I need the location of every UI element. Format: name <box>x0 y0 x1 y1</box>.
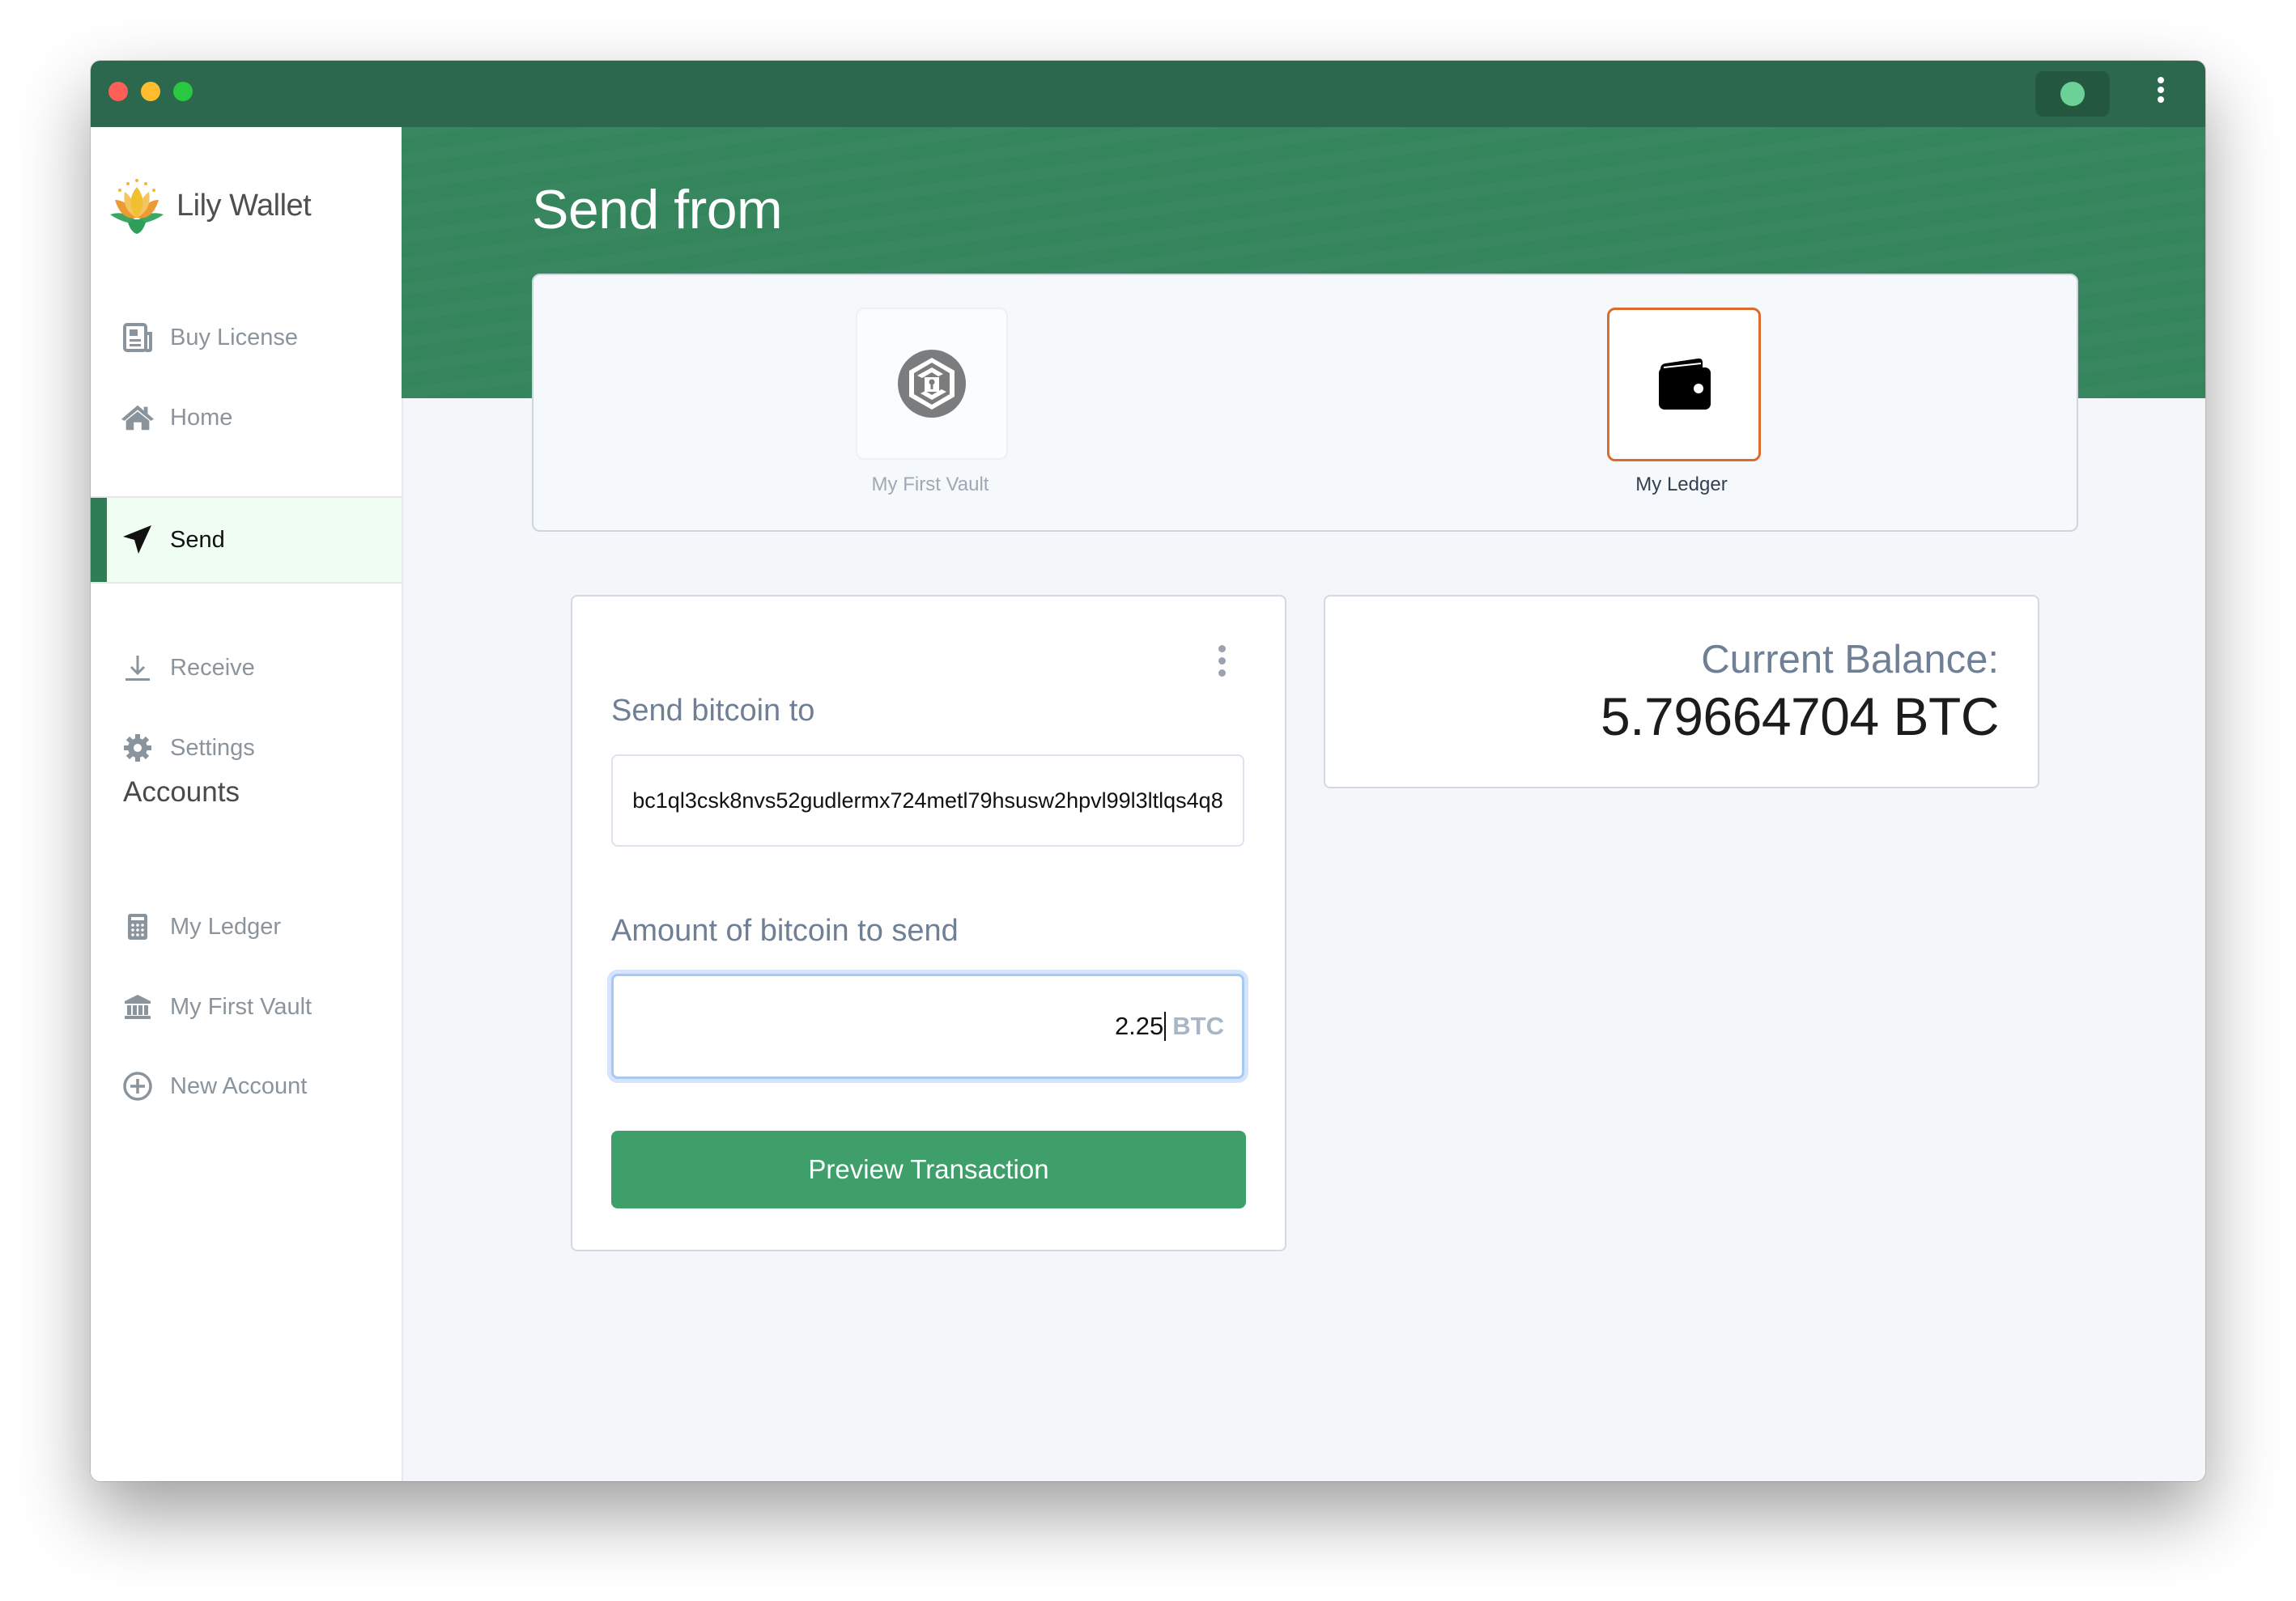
download-icon <box>120 650 155 686</box>
amount-value: 2.25 <box>1115 1012 1167 1041</box>
sidebar: Lily Wallet Buy License Home Send Receiv… <box>91 127 403 1481</box>
send-from-selector: My First Vault My Ledger <box>532 274 2078 532</box>
app-window: Lily Wallet Buy License Home Send Receiv… <box>91 61 2205 1481</box>
maximize-window-button[interactable] <box>173 82 193 101</box>
recipient-address-input[interactable]: bc1ql3csk8nvs52gudlermx724metl79hsusw2hp… <box>611 754 1244 847</box>
send-from-option-my-ledger[interactable] <box>1607 308 1761 461</box>
plus-circle-icon <box>120 1068 155 1104</box>
accounts-heading: Accounts <box>123 776 240 808</box>
amount-unit: BTC <box>1172 1012 1224 1040</box>
send-from-label: My Ledger <box>1635 474 1728 495</box>
wallet-icon <box>1659 358 1711 410</box>
balance-value: 5.79664704 BTC <box>1600 686 2000 746</box>
vault-lock-icon <box>898 350 966 418</box>
sidebar-item-label: Home <box>170 404 233 431</box>
sidebar-item-buy-license[interactable]: Buy License <box>91 295 402 380</box>
sidebar-item-label: Settings <box>170 734 255 761</box>
connection-status-button[interactable] <box>2035 71 2110 117</box>
send-from-option-my-first-vault[interactable] <box>856 308 1008 460</box>
sidebar-item-label: Buy License <box>170 324 298 350</box>
app-menu-button[interactable] <box>2155 74 2166 113</box>
balance-card: Current Balance: 5.79664704 BTC <box>1324 595 2039 788</box>
address-label: Send bitcoin to <box>611 694 815 728</box>
status-dot-icon <box>2060 82 2085 106</box>
sidebar-item-home[interactable]: Home <box>91 376 402 460</box>
sidebar-item-label: Receive <box>170 654 255 681</box>
preview-transaction-button[interactable]: Preview Transaction <box>611 1131 1246 1208</box>
sidebar-account-new-account[interactable]: New Account <box>91 1044 402 1128</box>
sidebar-account-my-ledger[interactable]: My Ledger <box>91 885 402 969</box>
app-name: Lily Wallet <box>176 188 312 223</box>
more-vertical-icon <box>2158 77 2164 83</box>
balance-label: Current Balance: <box>1701 638 1999 682</box>
send-icon <box>120 522 155 558</box>
amount-input[interactable]: 2.25 BTC <box>611 974 1244 1079</box>
close-window-button[interactable] <box>108 82 128 101</box>
send-from-label: My First Vault <box>871 474 989 495</box>
bank-icon <box>120 989 155 1025</box>
gear-icon <box>120 730 155 766</box>
sidebar-item-label: New Account <box>170 1072 308 1099</box>
more-vertical-icon <box>1218 645 1226 652</box>
page-title: Send from <box>532 179 783 240</box>
title-bar <box>91 61 2205 127</box>
sidebar-account-my-first-vault[interactable]: My First Vault <box>91 965 402 1049</box>
send-form: Send bitcoin to bc1ql3csk8nvs52gudlermx7… <box>571 595 1286 1251</box>
sidebar-item-send[interactable]: Send <box>91 496 402 584</box>
calculator-icon <box>120 909 155 945</box>
sidebar-item-label: My First Vault <box>170 993 313 1020</box>
lotus-logo-icon <box>110 179 164 234</box>
amount-label: Amount of bitcoin to send <box>611 914 959 948</box>
sidebar-item-label: Send <box>170 526 225 553</box>
form-options-button[interactable] <box>1217 645 1227 677</box>
home-icon <box>120 400 155 435</box>
minimize-window-button[interactable] <box>141 82 160 101</box>
sidebar-item-receive[interactable]: Receive <box>91 626 402 710</box>
sidebar-item-label: My Ledger <box>170 913 282 940</box>
newspaper-icon <box>120 320 155 355</box>
logo[interactable]: Lily Wallet <box>107 176 312 236</box>
